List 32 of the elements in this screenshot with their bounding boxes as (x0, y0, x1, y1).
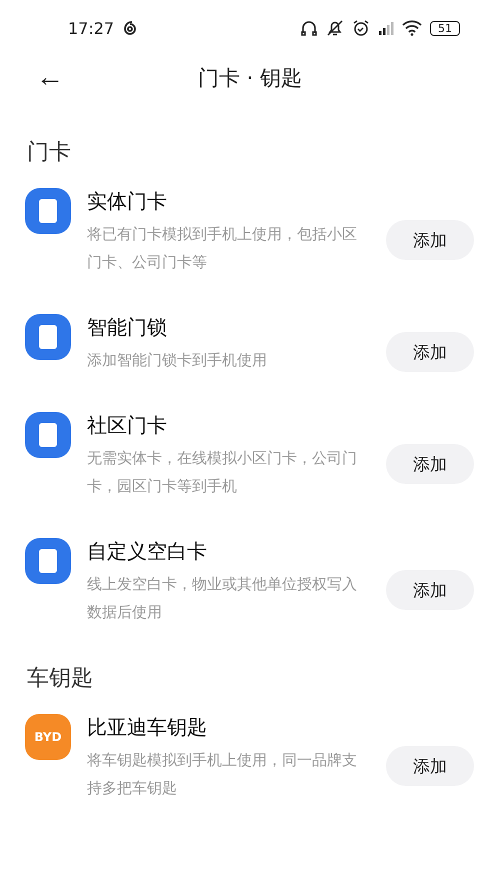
status-time: 17:27 (68, 18, 114, 38)
add-button[interactable]: 添加 (386, 332, 474, 372)
card-icon (25, 188, 71, 234)
item-title: 比亚迪车钥匙 (87, 714, 208, 741)
card-icon (25, 538, 71, 584)
app-notification-icon (122, 20, 138, 36)
back-button[interactable]: ← (36, 60, 64, 94)
item-description: 将已有门卡模拟到手机上使用，包括小区门卡、公司门卡等 (87, 224, 358, 273)
battery-level: 51 (430, 20, 460, 36)
alarm-icon (352, 19, 370, 37)
item-title: 实体门卡 (87, 188, 168, 215)
add-button[interactable]: 添加 (386, 570, 474, 610)
item-description: 线上发空白卡，物业或其他单位授权写入数据后使用 (87, 574, 358, 623)
add-button[interactable]: 添加 (386, 746, 474, 786)
add-button[interactable]: 添加 (386, 444, 474, 484)
page-title: 门卡 · 钥匙 (198, 65, 302, 92)
card-icon (25, 314, 71, 360)
headphones-icon (300, 19, 318, 37)
item-title: 自定义空白卡 (87, 538, 208, 565)
item-description: 添加智能门锁卡到手机使用 (87, 350, 268, 371)
item-description: 将车钥匙模拟到手机上使用，同一品牌支持多把车钥匙 (87, 750, 358, 799)
signal-icon (378, 20, 394, 36)
item-title: 社区门卡 (87, 412, 168, 439)
brand-logo: BYD (25, 714, 71, 760)
section-title: 门卡 (26, 139, 72, 167)
card-icon (25, 412, 71, 458)
wifi-icon (402, 20, 422, 36)
muted-bell-icon (326, 19, 344, 37)
section-title: 车钥匙 (26, 665, 94, 693)
add-button[interactable]: 添加 (386, 220, 474, 260)
item-description: 无需实体卡，在线模拟小区门卡，公司门卡，园区门卡等到手机 (87, 448, 358, 497)
item-title: 智能门锁 (87, 314, 168, 341)
